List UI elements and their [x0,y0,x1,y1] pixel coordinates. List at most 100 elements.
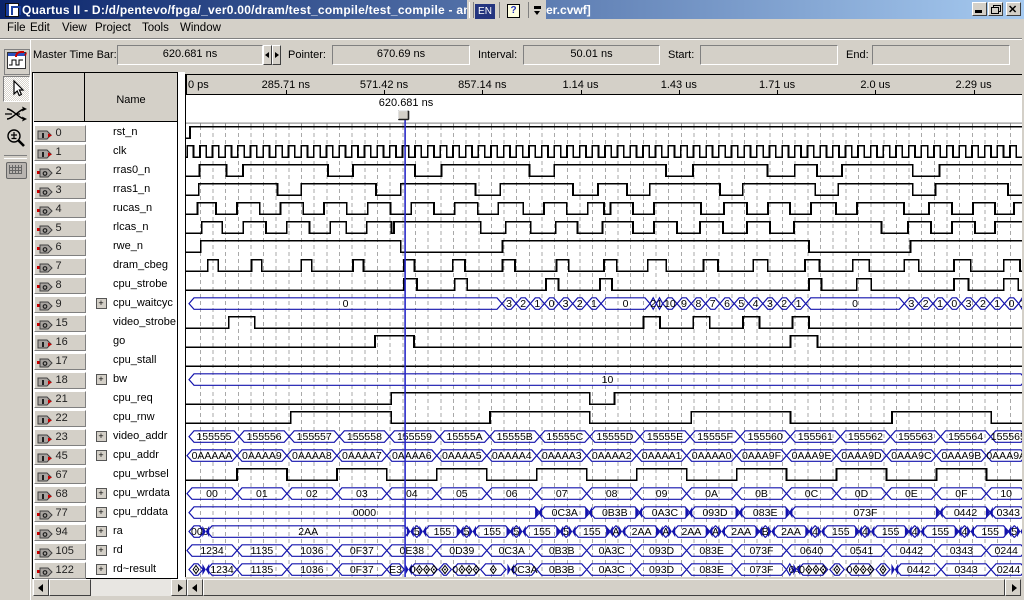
svg-text:07: 07 [556,488,568,500]
svg-text:4: 4 [912,526,918,538]
svg-text:10: 10 [1000,488,1012,500]
svg-text:10: 10 [664,298,676,310]
svg-text:0AAAA3: 0AAAA3 [542,450,582,462]
svg-text:2AA: 2AA [298,526,318,538]
svg-text:02: 02 [306,488,318,500]
svg-text:155557: 155557 [297,431,332,443]
svg-text:A: A [612,526,619,538]
svg-text:8: 8 [695,298,701,310]
svg-text:A: A [662,526,669,538]
svg-text:155: 155 [533,526,551,538]
svg-text:083E: 083E [699,545,724,557]
svg-text:093D: 093D [649,545,675,557]
svg-text:0AAA9F: 0AAA9F [742,450,781,462]
svg-text:00: 00 [206,488,218,500]
svg-text:155: 155 [981,526,999,538]
svg-text:0A3C: 0A3C [652,507,679,519]
svg-text:155565: 155565 [991,431,1024,443]
svg-text:4: 4 [812,526,818,538]
svg-text:0AAAA6: 0AAAA6 [392,450,432,462]
svg-text:0244: 0244 [997,564,1021,576]
svg-text:0AAAA8: 0AAAA8 [292,450,332,462]
svg-text:1234: 1234 [210,564,234,576]
svg-text:0: 0 [452,564,458,576]
svg-text:4: 4 [862,526,868,538]
svg-text:0C3A: 0C3A [552,507,578,519]
svg-text:5: 5 [414,526,420,538]
svg-text:0F37: 0F37 [350,545,374,557]
svg-text:15555F: 15555F [697,431,733,443]
svg-text:093D: 093D [649,564,675,576]
svg-text:0A3C: 0A3C [599,564,626,576]
svg-text:1135: 1135 [251,545,274,557]
svg-text:0: 0 [799,564,805,576]
svg-text:0: 0 [549,298,555,310]
svg-text:0A3C: 0A3C [599,545,626,557]
svg-text:9: 9 [681,298,687,310]
svg-text:2: 2 [980,298,986,310]
svg-text:073F: 073F [853,507,877,519]
svg-text:083E: 083E [699,564,724,576]
svg-text:3: 3 [506,298,512,310]
svg-text:000: 000 [191,526,209,538]
svg-text:0D39: 0D39 [449,545,474,557]
svg-text:15555A: 15555A [446,431,482,443]
svg-text:0C3A: 0C3A [511,564,537,576]
svg-text:2: 2 [577,298,583,310]
svg-text:2AA: 2AA [731,526,751,538]
svg-text:155555: 155555 [196,431,231,443]
svg-text:0: 0 [951,298,957,310]
svg-text:1135: 1135 [251,564,274,576]
svg-text:155562: 155562 [848,431,883,443]
svg-text:155564: 155564 [948,431,983,443]
svg-text:05: 05 [456,488,468,500]
svg-text:155: 155 [932,526,950,538]
svg-text:0AAAA7: 0AAAA7 [342,450,382,462]
svg-text:0442: 0442 [907,564,931,576]
svg-text:073F: 073F [750,545,774,557]
svg-text:15555C: 15555C [546,431,583,443]
svg-text:0244: 0244 [995,545,1019,557]
svg-text:2AA: 2AA [781,526,801,538]
svg-text:0343: 0343 [954,564,978,576]
svg-text:5: 5 [1011,526,1017,538]
svg-text:155559: 155559 [397,431,432,443]
svg-text:0AAAA9: 0AAAA9 [242,450,282,462]
svg-text:0442: 0442 [954,507,978,519]
svg-text:2AA: 2AA [632,526,652,538]
svg-text:B: B [762,526,769,538]
svg-text:0541: 0541 [850,545,874,557]
svg-text:15555D: 15555D [597,431,634,443]
svg-text:0: 0 [410,564,416,576]
svg-text:0343: 0343 [997,507,1021,519]
svg-text:1: 1 [657,298,663,310]
svg-text:0AAA9D: 0AAA9D [841,450,882,462]
svg-text:1: 1 [937,298,943,310]
svg-text:155556: 155556 [247,431,282,443]
svg-text:5: 5 [513,526,519,538]
svg-text:0AAAA4: 0AAAA4 [492,450,532,462]
svg-text:0AAA9A: 0AAA9A [986,450,1024,462]
svg-text:3: 3 [563,298,569,310]
svg-text:0: 0 [846,564,852,576]
svg-text:2AA: 2AA [681,526,701,538]
svg-text:155563: 155563 [898,431,933,443]
svg-text:0: 0 [1009,298,1015,310]
svg-text:083E: 083E [753,507,778,519]
svg-text:10: 10 [602,374,614,386]
svg-text:0: 0 [852,298,858,310]
svg-text:155: 155 [583,526,601,538]
svg-text:073F: 073F [750,564,774,576]
svg-text:1234: 1234 [200,545,224,557]
svg-text:2: 2 [781,298,787,310]
svg-text:0000: 0000 [353,507,377,519]
svg-text:04: 04 [406,488,418,500]
svg-text:3: 3 [767,298,773,310]
svg-text:2: 2 [520,298,526,310]
svg-text:093D: 093D [702,507,728,519]
svg-text:155: 155 [483,526,501,538]
svg-text:0: 0 [623,298,629,310]
svg-text:0AAAA1: 0AAAA1 [642,450,682,462]
svg-text:06: 06 [506,488,518,500]
svg-text:0AAA9C: 0AAA9C [891,450,932,462]
